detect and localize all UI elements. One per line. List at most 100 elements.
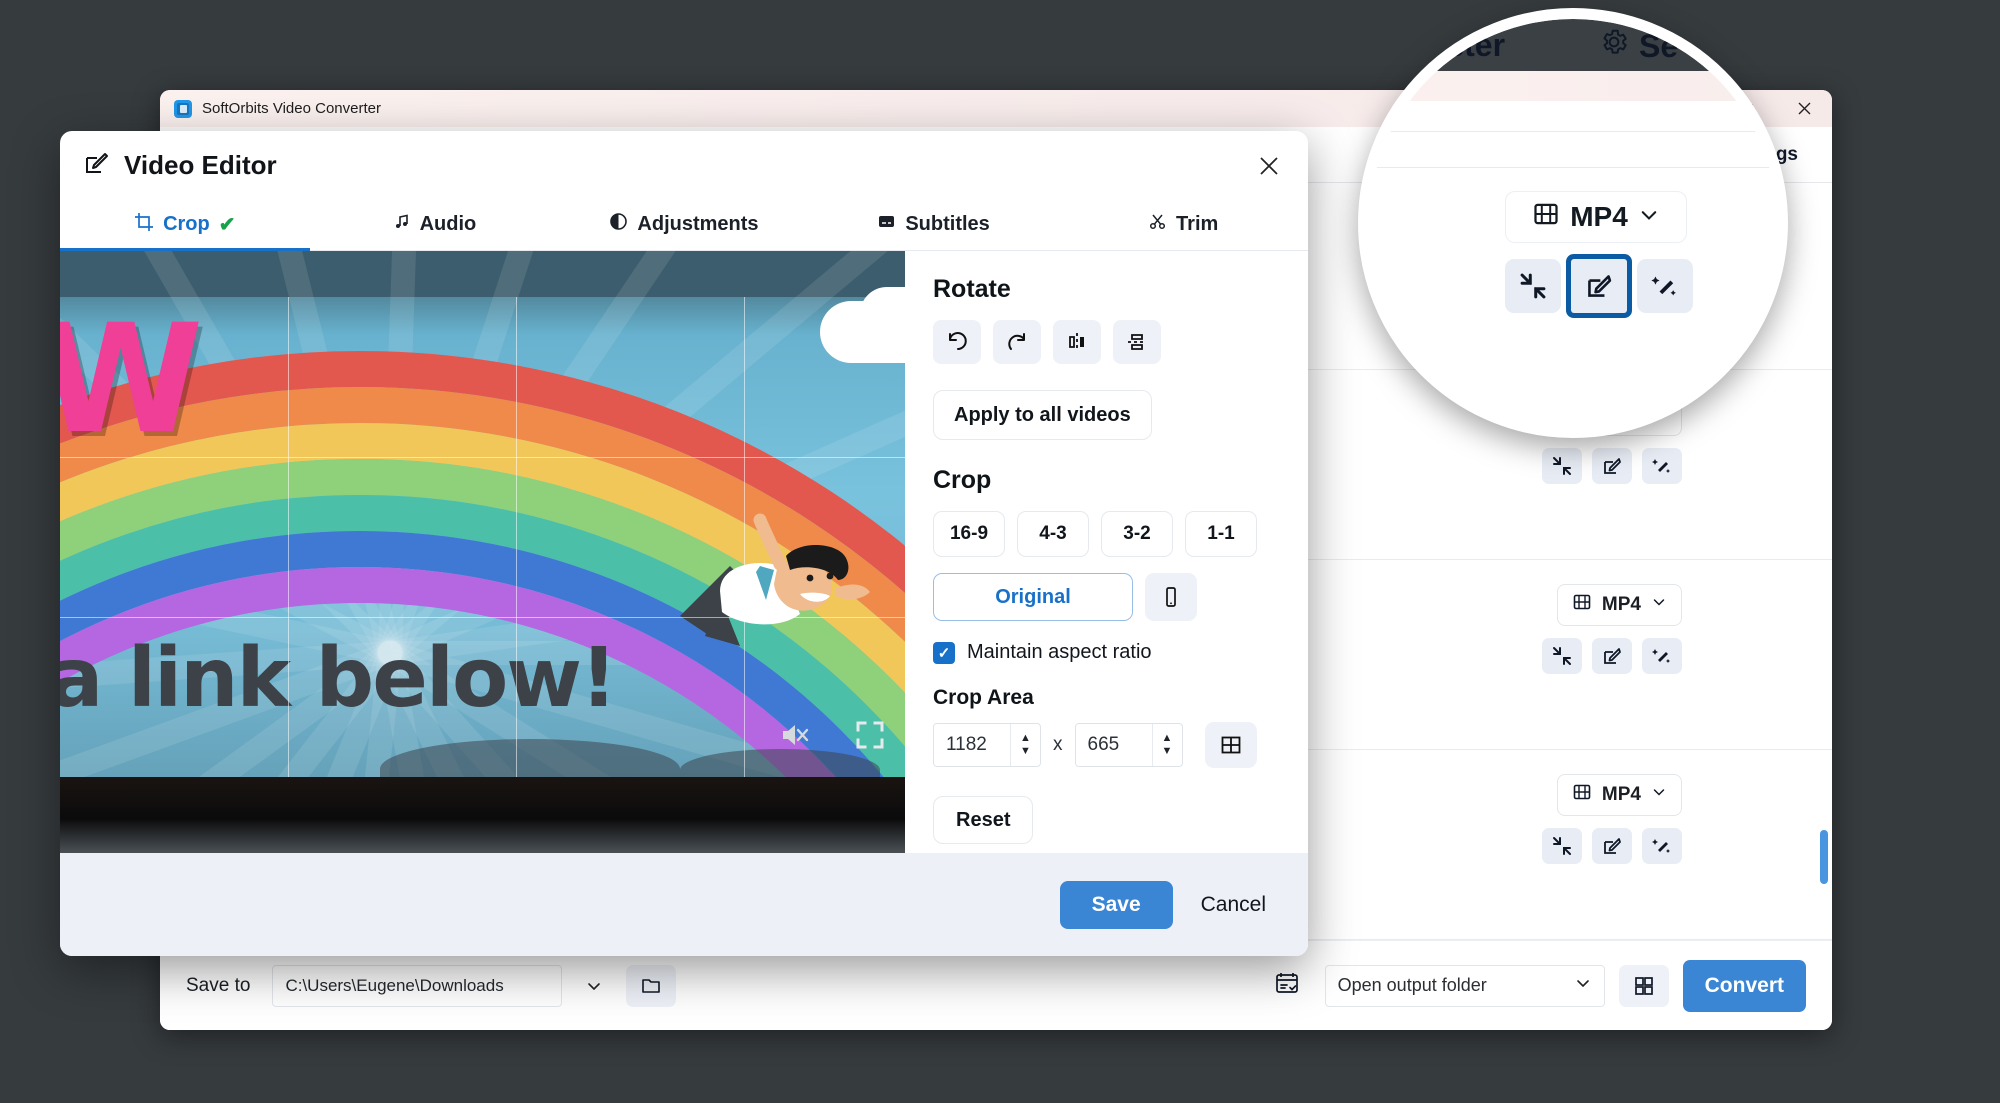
magnified-file-name: mp4 (1369, 349, 1418, 379)
row-action-buttons[interactable] (1542, 448, 1682, 484)
rotate-heading: Rotate (933, 275, 1011, 303)
compress-icon[interactable] (1542, 638, 1582, 674)
magnified-format-select[interactable]: MP4 (1505, 191, 1687, 243)
file-list-scrollbar[interactable] (1819, 200, 1829, 935)
close-icon[interactable] (1250, 147, 1288, 185)
crop-height-stepper[interactable]: ▲ ▼ (1151, 724, 1182, 766)
app-window-title: SoftOrbits Video Converter (202, 100, 381, 117)
tab-crop-label: Crop (163, 213, 210, 235)
app-logo-icon (174, 99, 192, 118)
phone-portrait-icon[interactable] (1145, 573, 1197, 621)
dialog-title: Video Editor (124, 149, 277, 180)
aspect-ratio-buttons[interactable]: 16-9 4-3 3-2 1-1 (933, 511, 1282, 557)
maintain-aspect-ratio-label: Maintain aspect ratio (967, 641, 1152, 663)
crop-width-stepper[interactable]: ▲ ▼ (1010, 724, 1040, 766)
reset-button[interactable]: Reset (933, 796, 1034, 844)
crop-area-heading: Crop Area (933, 686, 1034, 709)
folder-icon[interactable] (626, 964, 677, 1007)
film-icon (1572, 782, 1592, 808)
compress-icon[interactable] (1542, 828, 1582, 864)
cancel-button[interactable]: Cancel (1201, 893, 1276, 917)
edit-icon[interactable] (1592, 828, 1632, 864)
crop-dimension-separator: x (1053, 734, 1063, 755)
crop-heading: Crop (933, 466, 992, 494)
scrollbar-thumb[interactable] (1820, 830, 1828, 884)
chevron-down-icon (1574, 974, 1592, 997)
apply-to-all-videos-button[interactable]: Apply to all videos (933, 390, 1152, 440)
magnified-settings-label: Se (1639, 27, 1679, 64)
grid-merge-icon[interactable] (1618, 964, 1669, 1007)
tab-crop[interactable]: Crop ✔ (60, 199, 310, 251)
tab-audio[interactable]: Audio (310, 199, 560, 250)
video-editor-dialog: Video Editor Crop ✔ Audio Adjustments Su… (60, 131, 1308, 956)
magic-wand-icon[interactable] (1642, 448, 1682, 484)
crop-width-field[interactable]: ▲▼ (933, 723, 1041, 767)
music-note-icon (393, 213, 411, 237)
compress-icon[interactable] (1505, 259, 1561, 313)
tab-subtitles-label: Subtitles (905, 213, 990, 235)
crop-height-input[interactable] (1075, 724, 1152, 766)
editor-tabs[interactable]: Crop ✔ Audio Adjustments Subtitles Trim (60, 199, 1308, 251)
crop-icon (134, 212, 154, 238)
crop-settings-panel: Rotate Apply to all videos Crop 16-9 4-3… (905, 251, 1308, 853)
rotate-buttons[interactable] (933, 320, 1282, 364)
ratio-16-9-button[interactable]: 16-9 (933, 511, 1005, 557)
maintain-aspect-ratio-checkbox[interactable]: ✓ (933, 641, 955, 664)
magnified-format-label: MP4 (1570, 201, 1628, 232)
rotate-left-icon[interactable] (933, 320, 981, 364)
magnified-settings: Se (1599, 27, 1678, 65)
ratio-3-2-button[interactable]: 3-2 (1101, 511, 1173, 557)
edit-icon[interactable] (1592, 448, 1632, 484)
convert-button[interactable]: Convert (1682, 959, 1806, 1012)
save-button[interactable]: Save (1059, 880, 1173, 929)
video-preview[interactable]: W a link below! (60, 251, 905, 853)
video-controls[interactable] (777, 718, 885, 757)
chevron-down-icon (1651, 784, 1667, 806)
edit-icon[interactable] (1571, 259, 1627, 313)
magic-wand-icon[interactable] (1637, 259, 1693, 313)
magnified-row-actions[interactable] (1505, 259, 1693, 313)
flip-vertical-icon[interactable] (1113, 320, 1161, 364)
edit-icon[interactable] (1592, 638, 1632, 674)
tab-trim[interactable]: Trim (1058, 199, 1308, 250)
scissors-icon (1148, 212, 1167, 237)
calendar-check-icon (1273, 969, 1301, 1002)
chevron-down-icon (1651, 594, 1667, 616)
magic-wand-icon[interactable] (1642, 828, 1682, 864)
crop-height-field[interactable]: ▲▼ (1074, 723, 1183, 767)
video-letterbox (60, 777, 905, 853)
ratio-1-1-button[interactable]: 1-1 (1185, 511, 1257, 557)
format-select[interactable]: MP4 (1556, 774, 1682, 816)
crop-width-input[interactable] (934, 724, 1010, 766)
tab-subtitles[interactable]: Subtitles (809, 199, 1059, 250)
dialog-header: Video Editor (60, 131, 1308, 199)
path-history-chevron-down-icon[interactable] (576, 968, 612, 1004)
fullscreen-icon[interactable] (855, 720, 885, 755)
film-icon (1572, 592, 1592, 618)
original-ratio-row: Original (933, 573, 1282, 621)
maintain-aspect-ratio-row[interactable]: ✓ Maintain aspect ratio (933, 641, 1282, 664)
original-ratio-button[interactable]: Original (933, 573, 1133, 621)
video-frame: W a link below! (60, 251, 905, 853)
crop-grid-overlay[interactable] (60, 297, 905, 777)
grid-icon[interactable] (1204, 722, 1257, 768)
crop-area-inputs: ▲▼ x ▲▼ (933, 722, 1282, 768)
compress-icon[interactable] (1542, 448, 1582, 484)
muted-volume-icon[interactable] (777, 718, 811, 757)
contrast-icon (609, 212, 628, 237)
output-path-input[interactable] (272, 964, 563, 1007)
magic-wand-icon[interactable] (1642, 638, 1682, 674)
rotate-right-icon[interactable] (993, 320, 1041, 364)
post-action-select[interactable]: Open output folder (1324, 964, 1605, 1007)
row-action-buttons[interactable] (1542, 638, 1682, 674)
film-icon (1532, 200, 1560, 235)
format-select[interactable]: MP4 (1556, 584, 1682, 626)
save-to-label: Save to (186, 974, 251, 996)
row-action-buttons[interactable] (1542, 828, 1682, 864)
format-label: MP4 (1601, 784, 1641, 805)
ratio-4-3-button[interactable]: 4-3 (1017, 511, 1089, 557)
close-window-button[interactable] (1776, 90, 1832, 127)
tab-adjustments[interactable]: Adjustments (559, 199, 809, 250)
flip-horizontal-icon[interactable] (1053, 320, 1101, 364)
tab-trim-label: Trim (1176, 213, 1219, 235)
